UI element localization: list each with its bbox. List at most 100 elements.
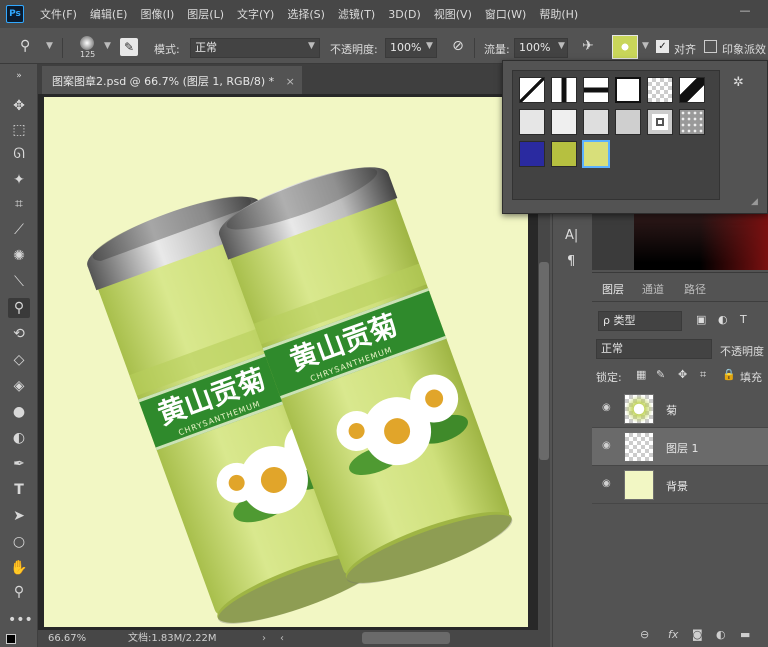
chevron-down-icon[interactable]: ▼ (558, 41, 565, 51)
paragraph-panel-icon[interactable]: ¶ (567, 254, 575, 269)
pattern-swatch-light-2[interactable] (551, 109, 577, 135)
pattern-swatch-frame[interactable] (615, 77, 641, 103)
status-menu-arrow-icon[interactable]: › (262, 630, 266, 647)
pattern-swatch-noise[interactable] (679, 109, 705, 135)
pressure-opacity-icon[interactable]: ⊘ (448, 38, 468, 58)
path-selection-tool-icon[interactable]: ➤ (8, 506, 30, 526)
scroll-left-arrow-icon[interactable]: ‹ (280, 630, 284, 647)
dodge-tool-icon[interactable]: ◐ (8, 428, 30, 448)
pen-tool-icon[interactable]: ✒ (8, 454, 30, 474)
adjustment-layer-icon[interactable]: ◐ (716, 628, 726, 641)
new-group-icon[interactable]: ▬ (740, 628, 750, 641)
pattern-swatch-green[interactable] (551, 141, 577, 167)
menu-help[interactable]: 帮助(H) (539, 6, 578, 22)
document-canvas[interactable]: 黄山贡菊 CHRYSANTHEMUM 黄山贡菊 CHRYSANTHEMUM (44, 97, 528, 627)
hand-tool-icon[interactable]: ✋ (8, 558, 30, 578)
filter-image-icon[interactable]: ▣ (696, 313, 706, 326)
layer-style-icon[interactable]: fx (668, 628, 678, 641)
chevron-down-icon[interactable]: ▼ (426, 41, 433, 51)
pattern-swatch-light-4[interactable] (615, 109, 641, 135)
pattern-picker-swatch[interactable] (612, 35, 638, 59)
lasso-tool-icon[interactable]: ᘏ (8, 144, 30, 164)
vertical-scrollbar-thumb[interactable] (539, 262, 549, 460)
pattern-swatch-blue[interactable] (519, 141, 545, 167)
add-mask-icon[interactable]: ◙ (692, 628, 703, 641)
menu-type[interactable]: 文字(Y) (237, 6, 274, 22)
airbrush-icon[interactable]: ✈ (578, 38, 598, 58)
brush-preview-icon[interactable] (80, 36, 94, 50)
minimize-window-button[interactable]: — (736, 5, 754, 20)
document-tab[interactable]: 图案图章2.psd @ 66.7% (图层 1, RGB/8) * × (42, 66, 302, 94)
zoom-tool-icon[interactable]: ⚲ (8, 582, 30, 602)
menu-view[interactable]: 视图(V) (434, 6, 472, 22)
aligned-checkbox[interactable]: ✓ (656, 40, 669, 53)
ellipse-tool-icon[interactable]: ○ (8, 532, 30, 552)
magic-wand-tool-icon[interactable]: ✦ (8, 170, 30, 190)
impressionist-checkbox[interactable] (704, 40, 717, 53)
layer-row-background[interactable]: ◉ 背景 (592, 466, 768, 504)
paint-bucket-tool-icon[interactable]: ◈ (8, 376, 30, 396)
pattern-swatch-light-1[interactable] (519, 109, 545, 135)
brush-tool-icon[interactable]: ⟍ (8, 272, 30, 292)
layer-row-ju[interactable]: ◉ 菊 (592, 390, 768, 428)
tab-layers[interactable]: 图层 (602, 281, 624, 297)
menu-select[interactable]: 选择(S) (287, 6, 325, 22)
filter-type-icon[interactable]: T (740, 313, 747, 326)
history-brush-tool-icon[interactable]: ⟲ (8, 324, 30, 344)
more-tools-icon[interactable]: ••• (8, 610, 33, 630)
pattern-picker-settings-icon[interactable]: ✲ (733, 75, 744, 90)
stamp-tool-preset-icon[interactable]: ⚲ (20, 38, 42, 58)
eye-icon[interactable]: ◉ (602, 440, 616, 451)
menu-3d[interactable]: 3D(D) (388, 8, 421, 21)
tab-paths[interactable]: 路径 (684, 281, 706, 297)
menu-edit[interactable]: 编辑(E) (90, 6, 128, 22)
pattern-stamp-tool-icon[interactable]: ⚲ (8, 298, 30, 318)
chevron-down-icon[interactable]: ▼ (642, 41, 649, 51)
menu-file[interactable]: 文件(F) (40, 6, 77, 22)
tab-channels[interactable]: 通道 (642, 281, 664, 297)
crop-tool-icon[interactable]: ⌗ (8, 194, 30, 214)
popup-resize-handle-icon[interactable]: ◢ (751, 197, 758, 207)
close-tab-icon[interactable]: × (286, 75, 295, 88)
move-tool-icon[interactable]: ✥ (8, 96, 30, 116)
pattern-swatch-squares[interactable] (647, 109, 673, 135)
lock-paint-icon[interactable]: ✎ (656, 368, 665, 381)
lock-position-icon[interactable]: ✥ (678, 368, 687, 381)
pattern-swatch-diagonal[interactable] (519, 77, 545, 103)
pattern-swatch-selected[interactable] (583, 141, 609, 167)
menu-layer[interactable]: 图层(L) (187, 6, 224, 22)
chevron-down-icon[interactable]: ▼ (104, 41, 111, 51)
pattern-swatch-dots[interactable] (647, 77, 673, 103)
layer-filter-select[interactable]: ρ 类型 (598, 311, 682, 331)
eyedropper-tool-icon[interactable]: ⟋ (8, 220, 30, 240)
lock-pixels-icon[interactable]: ▦ (636, 368, 646, 381)
eye-icon[interactable]: ◉ (602, 478, 616, 489)
pattern-swatch-bold-diagonal[interactable] (679, 77, 705, 103)
mode-select[interactable]: 正常 (190, 38, 320, 58)
collapse-icon[interactable]: » (8, 66, 30, 86)
filter-adjust-icon[interactable]: ◐ (718, 313, 728, 326)
type-tool-icon[interactable]: T (8, 480, 30, 500)
lock-all-icon[interactable]: 🔒 (722, 368, 736, 381)
layer-row-layer1[interactable]: ◉ 图层 1 (592, 428, 768, 466)
blur-tool-icon[interactable]: ● (8, 402, 30, 422)
menu-filter[interactable]: 滤镜(T) (338, 6, 375, 22)
brush-panel-icon[interactable]: ✎ (120, 38, 138, 56)
pattern-swatch-light-3[interactable] (583, 109, 609, 135)
pattern-swatch-vertical[interactable] (551, 77, 577, 103)
character-panel-icon[interactable]: A| (565, 228, 578, 243)
chevron-down-icon[interactable]: ▼ (46, 41, 53, 51)
menu-image[interactable]: 图像(I) (140, 6, 174, 22)
marquee-tool-icon[interactable]: ⬚ (8, 120, 30, 140)
menu-window[interactable]: 窗口(W) (485, 6, 526, 22)
horizontal-scrollbar-thumb[interactable] (362, 632, 450, 644)
link-layers-icon[interactable]: ⊖ (640, 628, 649, 641)
lock-artboard-icon[interactable]: ⌗ (700, 368, 706, 382)
zoom-level[interactable]: 66.67% (48, 630, 86, 647)
eye-icon[interactable]: ◉ (602, 402, 616, 413)
foreground-color-swatch[interactable] (6, 634, 16, 644)
pattern-swatch-horizontal[interactable] (583, 77, 609, 103)
blend-mode-select[interactable]: 正常 (596, 339, 712, 359)
healing-brush-tool-icon[interactable]: ✺ (8, 246, 30, 266)
eraser-tool-icon[interactable]: ◇ (8, 350, 30, 370)
